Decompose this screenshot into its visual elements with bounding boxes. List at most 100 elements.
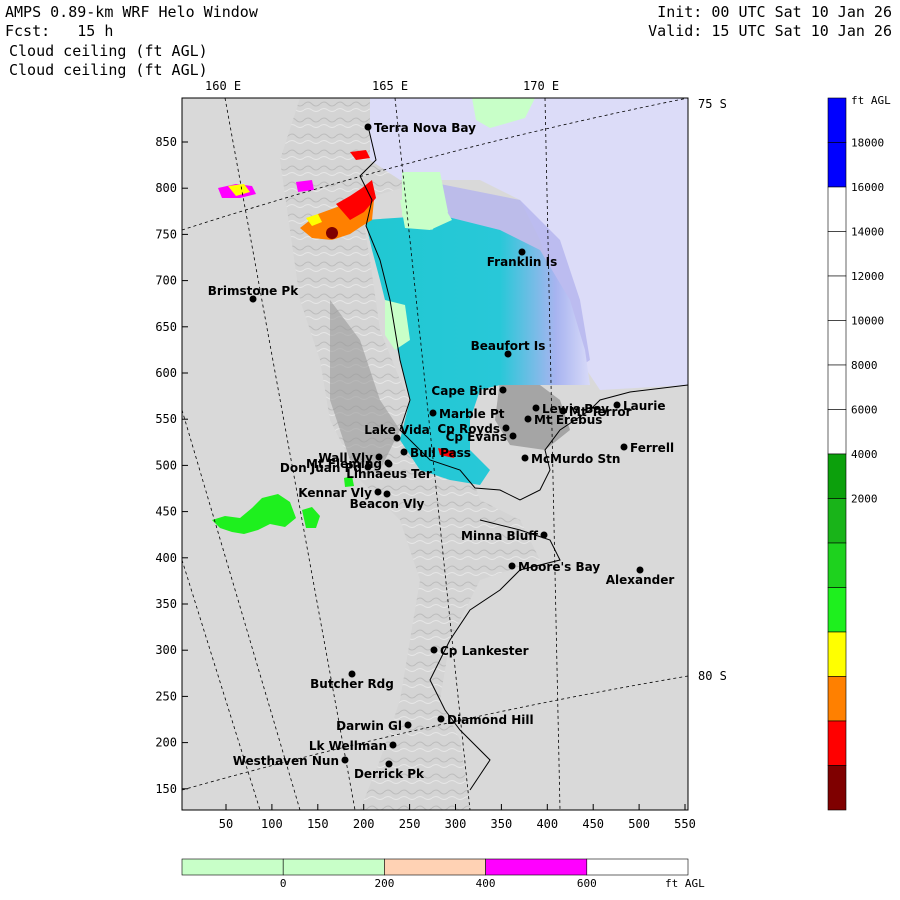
station-marker[interactable]: McMurdo Stn <box>521 452 621 466</box>
x-tick-label: 250 <box>399 817 421 831</box>
colorbar-segment <box>827 97 847 143</box>
station-marker[interactable]: Bull Pass <box>400 446 471 460</box>
station-marker[interactable]: Mt Erebus <box>524 413 603 427</box>
bottom-bar-segment <box>586 858 689 876</box>
station-dot-icon <box>508 562 516 570</box>
x-tick-label: 400 <box>536 817 558 831</box>
bottom-bar-label: 0 <box>280 877 287 890</box>
lat-label-75s: 75 S <box>698 97 727 111</box>
station-label: Franklin Is <box>487 255 558 269</box>
station-label: Lake Vida <box>364 423 430 437</box>
station-dot-icon <box>400 448 408 456</box>
colorbar-segment <box>827 409 847 455</box>
y-tick-label: 650 <box>155 320 177 334</box>
station-dot-icon <box>404 721 412 729</box>
station-label: Minna Bluff <box>461 529 538 543</box>
colorbar-label: 14000 <box>851 226 884 239</box>
colorbar-segment <box>827 453 847 499</box>
station-marker[interactable]: Cp Lankester <box>430 644 529 658</box>
bottom-bar-label: 600 <box>577 877 597 890</box>
station-label: Alexander <box>606 573 675 587</box>
magenta-cell-2 <box>296 180 314 192</box>
station-dot-icon <box>499 386 507 394</box>
station-label: Diamond Hill <box>447 713 534 727</box>
y-tick-label: 200 <box>155 736 177 750</box>
bottom-bar-segment <box>282 858 385 876</box>
station-dot-icon <box>620 443 628 451</box>
x-tick-label: 350 <box>491 817 513 831</box>
colorbar-segment <box>827 364 847 410</box>
station-dot-icon <box>341 756 349 764</box>
station-marker[interactable]: Lk Wellman <box>309 739 397 753</box>
station-marker[interactable]: Cape Bird <box>431 384 507 398</box>
station-marker[interactable]: Marble Pt <box>429 407 505 421</box>
x-tick-label: 500 <box>628 817 650 831</box>
station-label: Westhaven Nun <box>233 754 339 768</box>
station-label: Lk Wellman <box>309 739 387 753</box>
station-label: Mt Erebus <box>534 413 602 427</box>
y-tick-label: 550 <box>155 412 177 426</box>
y-tick-label: 600 <box>155 366 177 380</box>
y-tick-label: 800 <box>155 181 177 195</box>
station-marker[interactable]: Darwin Gl <box>336 719 412 733</box>
colorbar-segment <box>827 320 847 366</box>
colorbar-label: 2000 <box>851 493 878 506</box>
y-tick-label: 400 <box>155 551 177 565</box>
bottom-bar-unit: ft AGL <box>665 877 705 890</box>
bottom-bar-segment <box>384 858 486 876</box>
station-label: Linnaeus Ter <box>346 467 432 481</box>
y-tick-label: 300 <box>155 643 177 657</box>
station-marker[interactable]: Terra Nova Bay <box>364 121 477 135</box>
colorbar-label: 4000 <box>851 448 878 461</box>
station-dot-icon <box>532 404 540 412</box>
y-tick-label: 750 <box>155 227 177 241</box>
station-label: Cp Lankester <box>440 644 529 658</box>
station-dot-icon <box>389 741 397 749</box>
station-dot-icon <box>429 409 437 417</box>
x-tick-label: 300 <box>445 817 467 831</box>
y-tick-label: 850 <box>155 135 177 149</box>
dark-red-cell <box>326 227 338 239</box>
station-label: McMurdo Stn <box>531 452 620 466</box>
lat-label-80s: 80 S <box>698 669 727 683</box>
station-marker[interactable]: Westhaven Nun <box>233 754 349 768</box>
colorbar-segment <box>827 587 847 633</box>
y-tick-label: 150 <box>155 782 177 796</box>
colorbar-segment <box>827 720 847 766</box>
station-marker[interactable]: Cp Evans <box>446 430 517 444</box>
colorbar-segment <box>827 542 847 588</box>
station-label: Darwin Gl <box>336 719 402 733</box>
x-tick-label: 100 <box>261 817 283 831</box>
colorbar-label: 6000 <box>851 404 878 417</box>
station-dot-icon <box>437 715 445 723</box>
station-label: Beaufort Is <box>471 339 546 353</box>
x-tick-label: 150 <box>307 817 329 831</box>
colorbar-segment <box>827 231 847 277</box>
bottom-bar-label: 200 <box>374 877 394 890</box>
station-dot-icon <box>430 646 438 654</box>
x-tick-label: 50 <box>219 817 233 831</box>
y-tick-label: 500 <box>155 458 177 472</box>
bottom-colorbar <box>181 858 689 876</box>
station-marker[interactable]: Diamond Hill <box>437 713 534 727</box>
station-label: Derrick Pk <box>354 767 425 781</box>
station-label: Marble Pt <box>439 407 505 421</box>
station-dot-icon <box>509 432 517 440</box>
station-dot-icon <box>521 454 529 462</box>
station-marker[interactable]: Minna Bluff <box>461 529 548 543</box>
station-label: Brimstone Pk <box>208 284 299 298</box>
colorbar-segment <box>827 676 847 722</box>
colorbar-label: 8000 <box>851 359 878 372</box>
station-label: Terra Nova Bay <box>374 121 476 135</box>
colorbar-label: 10000 <box>851 315 884 328</box>
bottom-bar-segment <box>181 858 284 876</box>
station-label: Moore's Bay <box>518 560 600 574</box>
colorbar-label: 12000 <box>851 270 884 283</box>
station-marker[interactable]: Moore's Bay <box>508 560 601 574</box>
x-tick-label: 450 <box>582 817 604 831</box>
colorbar-segment <box>827 275 847 321</box>
bottom-bar-segment <box>485 858 588 876</box>
station-dot-icon <box>364 123 372 131</box>
y-tick-label: 450 <box>155 505 177 519</box>
ceiling-colorbar <box>827 97 847 811</box>
